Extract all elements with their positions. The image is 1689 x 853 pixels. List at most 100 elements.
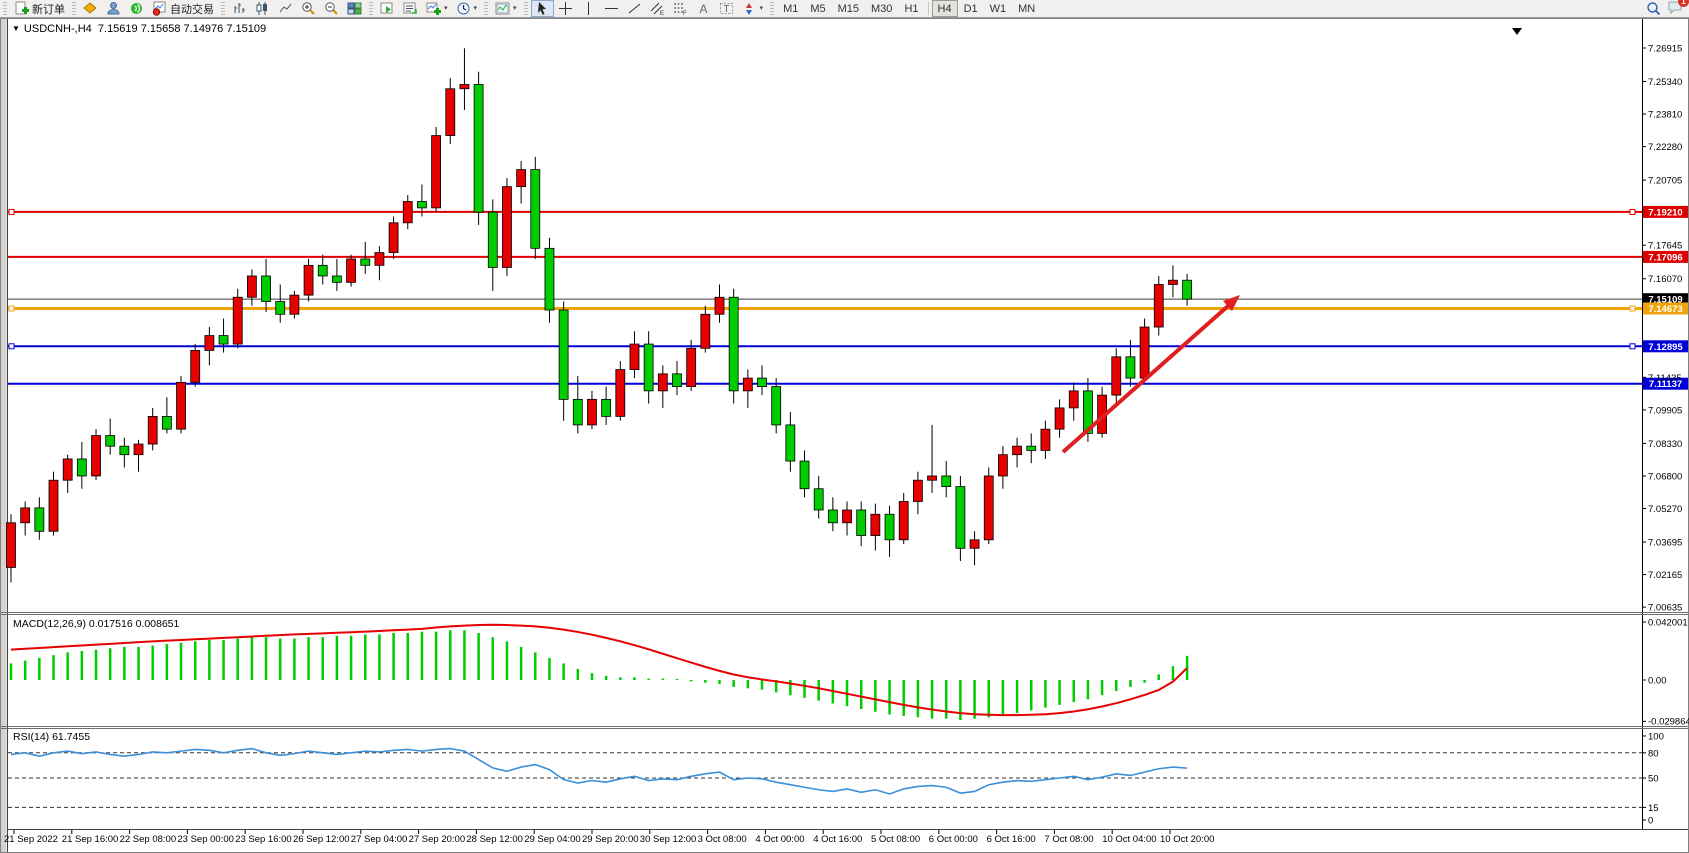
candle: [35, 508, 44, 531]
candle: [758, 378, 767, 387]
symbol-period-label: USDCNH-,H4: [24, 23, 92, 35]
chart-title[interactable]: ▼ USDCNH-,H4 7.15619 7.15658 7.14976 7.15…: [12, 23, 266, 35]
candle: [1013, 446, 1022, 455]
line-anchor[interactable]: [9, 209, 14, 214]
candle: [460, 84, 469, 88]
date-label: 29 Sep 20:00: [582, 834, 639, 845]
candle: [134, 444, 143, 455]
candle: [162, 416, 171, 429]
date-label: 28 Sep 12:00: [466, 834, 523, 845]
candle: [502, 187, 511, 268]
candle: [49, 480, 58, 531]
candle: [432, 136, 441, 208]
date-label: 30 Sep 12:00: [640, 834, 697, 845]
candle: [814, 489, 823, 510]
candles-layer[interactable]: [7, 48, 1192, 582]
candle: [772, 387, 781, 425]
price-badge-label: 7.11137: [1649, 379, 1682, 390]
candle: [1069, 391, 1078, 408]
window-frame: [1, 19, 1689, 853]
rsi-tick-label: 15: [1648, 803, 1659, 814]
price-axis[interactable]: [1642, 48, 1688, 820]
price-tick-label: 7.17645: [1648, 241, 1682, 252]
candle: [715, 297, 724, 314]
price-tick-label: 7.22280: [1648, 142, 1682, 153]
price-badge-label: 7.12895: [1648, 342, 1683, 353]
line-anchor[interactable]: [9, 344, 14, 349]
candle: [148, 416, 157, 444]
candle: [545, 248, 554, 310]
candle: [177, 382, 186, 429]
candle: [304, 265, 313, 295]
macd-tick-label: 0.00: [1648, 676, 1667, 687]
rsi-tick-label: 0: [1648, 816, 1653, 827]
rsi-tick-label: 80: [1648, 748, 1659, 759]
chart-canvas[interactable]: 7.269157.253407.238107.222807.207057.176…: [0, 0, 1689, 853]
line-anchor[interactable]: [1630, 344, 1635, 349]
date-label: 23 Sep 00:00: [177, 834, 234, 845]
macd-tick-label: 0.042001: [1648, 617, 1688, 628]
price-tick-label: 7.02165: [1648, 570, 1682, 581]
candle: [417, 202, 426, 208]
candle: [474, 84, 483, 212]
candle: [602, 399, 611, 416]
price-tick-label: 7.00635: [1648, 603, 1682, 614]
date-label: 10 Oct 04:00: [1102, 834, 1156, 845]
macd-tick-label: -0.029864: [1648, 717, 1689, 728]
trend-arrow-annotation[interactable]: [1063, 295, 1240, 452]
candle: [1041, 429, 1050, 450]
price-badge-label: 7.19210: [1648, 207, 1682, 218]
candle: [7, 523, 16, 568]
price-tick-label: 7.09905: [1648, 405, 1682, 416]
line-anchor[interactable]: [1630, 306, 1635, 311]
candle: [446, 89, 455, 136]
date-label: 21 Sep 2022: [4, 834, 58, 845]
chart-window[interactable]: 7.269157.253407.238107.222807.207057.176…: [0, 18, 1689, 853]
candle: [942, 476, 951, 487]
macd-signal-line: [11, 625, 1187, 715]
candle: [658, 374, 667, 391]
date-label: 27 Sep 20:00: [409, 834, 466, 845]
candle: [573, 399, 582, 425]
price-tick-label: 7.26915: [1648, 44, 1682, 55]
candle: [1154, 284, 1163, 327]
candle: [970, 540, 979, 549]
candle: [857, 510, 866, 536]
candle: [885, 514, 894, 540]
chart-shift-marker-icon[interactable]: [1512, 28, 1522, 35]
candle: [743, 378, 752, 391]
candle: [233, 297, 242, 344]
candle: [899, 501, 908, 539]
candle: [191, 350, 200, 382]
candle: [361, 259, 370, 265]
candle: [347, 259, 356, 282]
candle: [984, 476, 993, 540]
price-tick-label: 7.20705: [1648, 176, 1682, 187]
line-anchor[interactable]: [9, 306, 14, 311]
candle: [403, 202, 412, 223]
candle: [928, 476, 937, 480]
line-anchor[interactable]: [1630, 209, 1635, 214]
date-label: 4 Oct 16:00: [813, 834, 862, 845]
candle: [1055, 408, 1064, 429]
ohlc-values: 7.15619 7.15658 7.14976 7.15109: [98, 23, 266, 35]
price-tick-label: 7.06800: [1648, 471, 1682, 482]
date-label: 26 Sep 12:00: [293, 834, 350, 845]
macd-indicator-label: MACD(12,26,9) 0.017516 0.008651: [13, 618, 179, 630]
candle: [517, 170, 526, 187]
candle: [729, 297, 738, 391]
price-tick-label: 7.23810: [1648, 110, 1682, 121]
collapse-triangle-icon[interactable]: ▼: [12, 24, 20, 33]
candle: [531, 170, 540, 249]
candle: [559, 310, 568, 399]
date-label: 22 Sep 08:00: [120, 834, 177, 845]
date-label: 10 Oct 20:00: [1160, 834, 1214, 845]
candle: [1112, 357, 1121, 395]
candle: [1140, 327, 1149, 378]
macd-layer[interactable]: [11, 625, 1187, 720]
rsi-layer[interactable]: [8, 749, 1642, 808]
candle: [587, 399, 596, 425]
candle: [1168, 280, 1177, 284]
candle: [21, 508, 30, 523]
candle: [1027, 446, 1036, 450]
